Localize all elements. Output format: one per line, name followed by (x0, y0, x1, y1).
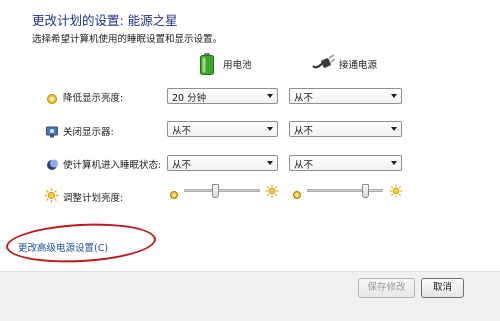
sleep-battery-select[interactable]: 从不 (167, 155, 278, 171)
dim-sun-icon (169, 185, 179, 199)
turn-off-display-label: 关闭显示器: (63, 127, 114, 138)
slider-track (307, 189, 383, 192)
dim-display-icon (46, 90, 58, 104)
sleep-label: 使计算机进入睡眠状态: (63, 160, 162, 171)
brightness-sun-icon (44, 188, 59, 203)
plugged-brightness-slider[interactable] (307, 184, 383, 198)
page-title: 更改计划的设置: 能源之星 (32, 13, 178, 28)
turn-off-display-plugged-value: 从不 (294, 126, 314, 137)
advanced-power-settings-link[interactable]: 更改高级电源设置(C) (18, 240, 108, 254)
plugged-column-label: 接通电源 (339, 60, 378, 71)
cancel-button[interactable]: 取消 (421, 278, 464, 298)
slider-track (184, 189, 260, 192)
dim-display-plugged-select[interactable]: 从不 (289, 88, 402, 104)
power-plug-icon (311, 54, 336, 72)
chevron-down-icon (267, 127, 273, 131)
slider-thumb[interactable] (212, 184, 219, 198)
chevron-down-icon (391, 94, 397, 98)
page-subtitle: 选择希望计算机使用的睡眠设置和显示设置。 (32, 34, 223, 45)
bright-sun-icon (265, 183, 279, 198)
turn-off-display-battery-select[interactable]: 从不 (167, 121, 278, 137)
chevron-down-icon (267, 94, 273, 98)
dim-display-label: 降低显示亮度: (63, 93, 124, 104)
save-button[interactable]: 保存修改 (358, 278, 415, 298)
dim-display-battery-select[interactable]: 20 分钟 (167, 88, 278, 104)
slider-thumb[interactable] (362, 184, 369, 198)
battery-icon (199, 53, 215, 75)
sleep-moon-icon (46, 156, 58, 170)
sleep-plugged-value: 从不 (294, 160, 314, 171)
brightness-label: 调整计划亮度: (63, 193, 124, 204)
monitor-icon (46, 123, 58, 138)
bright-sun-icon (389, 183, 403, 198)
turn-off-display-battery-value: 从不 (172, 126, 192, 137)
chevron-down-icon (267, 161, 273, 165)
battery-column-label: 用电池 (223, 60, 252, 71)
dim-display-plugged-value: 从不 (294, 93, 314, 104)
turn-off-display-plugged-select[interactable]: 从不 (289, 121, 402, 137)
chevron-down-icon (391, 161, 397, 165)
chevron-down-icon (391, 127, 397, 131)
battery-brightness-slider[interactable] (184, 184, 260, 198)
dim-sun-icon (292, 185, 302, 199)
dim-display-battery-value: 20 分钟 (172, 93, 207, 104)
sleep-battery-value: 从不 (172, 160, 192, 171)
sleep-plugged-select[interactable]: 从不 (289, 155, 402, 171)
